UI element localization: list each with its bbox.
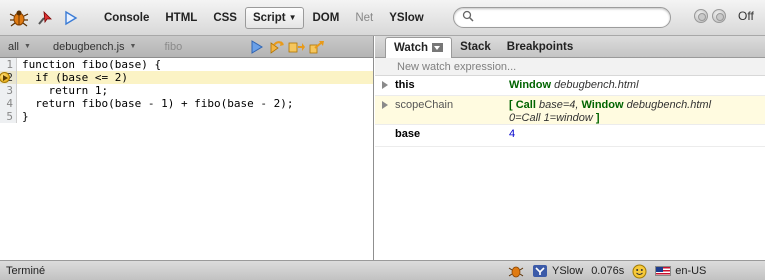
expand-toggle-icon[interactable] [375,96,395,124]
script-file-selector[interactable]: debugbench.js ▼ [53,41,137,53]
code-text: return 1; [22,84,109,97]
tab-breakpoints[interactable]: Breakpoints [499,37,581,57]
scope-window: Window [581,99,624,111]
inspect-icon[interactable] [34,7,56,29]
script-source-pane: all ▼ debugbench.js ▼ fibo 1 function fi… [0,36,374,260]
off-button[interactable]: Off [738,9,754,23]
tab-yslow[interactable]: YSlow [381,7,432,29]
code-text: return fibo(base - 1) + fibo(base - 2); [22,97,294,110]
script-location-bar: all ▼ debugbench.js ▼ fibo [0,36,373,58]
code-line: 5 } [0,110,373,123]
source-code: 1 function fibo(base) { 2 if (base <= 2)… [0,58,373,123]
continue-icon[interactable] [248,39,266,55]
watch-row-base[interactable]: base 4 [375,125,765,147]
scope-chain-line2: 0=Call 1=window ] [509,112,765,125]
firebug-bug-icon[interactable] [8,7,30,29]
firebug-toolbar: Console HTML CSS Script ▼ DOM Net YSlow … [0,0,765,36]
watch-value-file: debugbench.html [554,79,639,91]
code-line: 3 return 1; [0,84,373,97]
firebug-status-icon[interactable] [508,264,524,278]
scope-index-0: 0= [509,112,522,124]
status-text: Terminé [6,264,46,277]
new-watch-expression-input[interactable]: New watch expression... [375,58,765,76]
scope-call: Call [515,99,536,111]
watch-row-scopechain[interactable]: scopeChain [ Call base=4, Window debugbe… [375,96,765,125]
scope-chain-line1: [ Call base=4, Window debugbench.html [509,99,765,112]
tab-script-label: Script [252,11,286,24]
watch-name: scopeChain [395,99,454,111]
bracket-open: [ [509,99,513,111]
watch-value: Window debugbench.html [509,76,765,95]
us-flag-icon [655,266,672,276]
scope-call-arg: base=4, [538,99,579,111]
debug-controls [248,39,328,55]
scope-index-1: 1= [543,112,557,124]
chevron-down-icon: ▼ [288,13,297,22]
step-out-icon[interactable] [308,39,326,55]
search-field[interactable] [453,7,671,28]
search-icon [462,10,474,25]
yslow-label: YSlow [552,265,584,277]
panel-tabs: Console HTML CSS Script ▼ DOM Net YSlow [96,0,432,36]
step-into-icon[interactable] [288,39,306,55]
watch-value-type: Window [509,79,552,91]
side-panel-tabs: Watch Stack Breakpoints [375,36,765,58]
yslow-icon [533,265,547,277]
watch-row-this[interactable]: this Window debugbench.html [375,76,765,96]
dropdown-menu-icon[interactable] [432,43,444,52]
scope-window-file: debugbench.html [626,99,712,111]
tab-console[interactable]: Console [96,7,157,29]
code-text: if (base <= 2) [17,71,373,84]
line-number[interactable]: 1 [0,58,17,71]
status-bar: Terminé YSlow 0.076s en-US [0,260,765,280]
tab-watch-label: Watch [394,41,429,54]
page-load-time: 0.076s [591,265,625,277]
code-line: 4 return fibo(base - 1) + fibo(base - 2)… [0,97,373,110]
tab-script[interactable]: Script ▼ [244,6,305,29]
tab-css[interactable]: CSS [205,7,245,29]
line-number[interactable]: 2 [0,71,17,84]
line-number[interactable]: 4 [0,97,17,110]
play-icon[interactable] [60,7,82,29]
side-panel: Watch Stack Breakpoints New watch expres… [375,36,765,260]
window-controls: Off [694,9,754,23]
code-line-current: 2 if (base <= 2) [0,71,373,84]
scope-index-0-value: Call [521,112,541,124]
locale-selector[interactable]: en-US [655,265,706,277]
tab-watch[interactable]: Watch [385,36,453,58]
line-number[interactable]: 3 [0,84,17,97]
script-scope-selector[interactable]: all ▼ [8,41,31,53]
stack-function-label[interactable]: fibo [164,41,182,53]
line-number[interactable]: 5 [0,110,17,123]
watch-value: 4 [509,128,516,140]
yslow-button[interactable]: YSlow [532,264,583,278]
search-input[interactable] [478,11,658,24]
minimize-button[interactable] [694,9,708,23]
tab-dom[interactable]: DOM [304,7,347,29]
code-text: function fibo(base) { [22,58,162,71]
expand-toggle-icon[interactable] [375,76,395,95]
watch-value: [ Call base=4, Window debugbench.html 0=… [509,96,765,124]
step-over-icon[interactable] [268,39,286,55]
tab-html[interactable]: HTML [157,7,205,29]
tab-net[interactable]: Net [347,7,381,29]
code-text: } [22,110,29,123]
scope-index-1-value: window [556,112,593,124]
status-addons: YSlow 0.076s en-US [508,263,714,279]
script-scope-label: all [8,40,20,53]
watch-name: base [395,128,421,140]
chevron-down-icon: ▼ [129,43,137,50]
bracket-close: ] [595,112,600,124]
locale-label: en-US [675,265,707,277]
watch-name: this [395,79,415,91]
tab-stack[interactable]: Stack [452,37,499,57]
close-button[interactable] [712,9,726,23]
script-file-label: debugbench.js [52,40,125,53]
smiley-status-icon[interactable] [632,264,647,279]
watch-row-spacer [375,125,395,146]
code-line: 1 function fibo(base) { [0,58,373,71]
chevron-down-icon: ▼ [24,43,31,50]
